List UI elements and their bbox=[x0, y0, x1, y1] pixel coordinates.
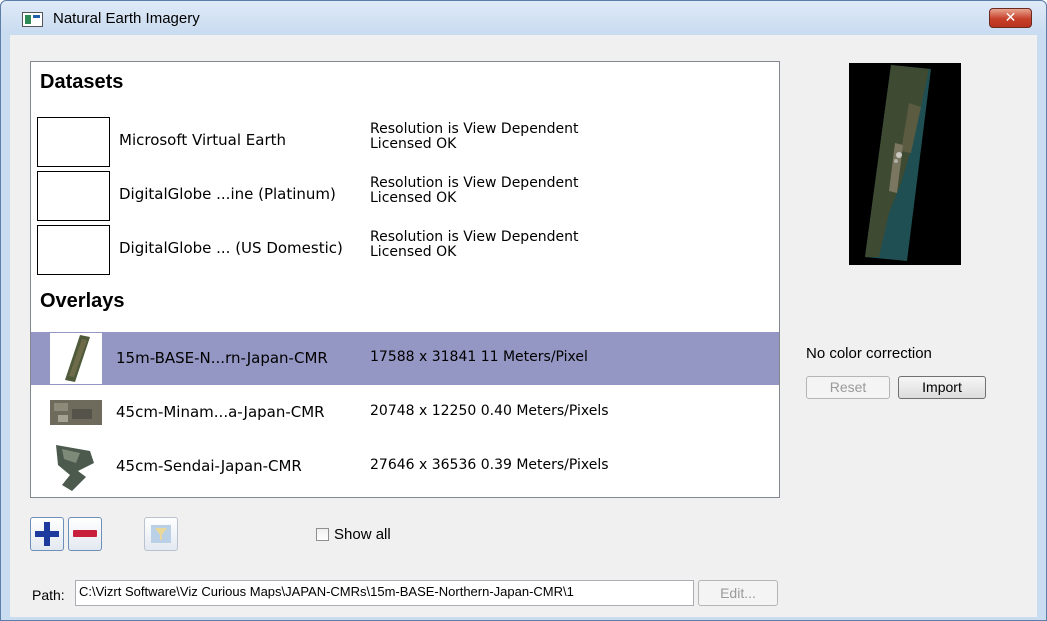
dataset-item[interactable]: DigitalGlobe ...ine (Platinum) Resolutio… bbox=[37, 171, 777, 221]
overlay-item-selected[interactable]: 15m-BASE-N...rn-Japan-CMR 17588 x 31841 … bbox=[31, 332, 779, 385]
dataset-name: Microsoft Virtual Earth bbox=[119, 131, 287, 149]
path-label: Path: bbox=[32, 587, 65, 603]
overlay-thumbnail bbox=[50, 387, 102, 438]
dataset-license: Licensed OK bbox=[370, 136, 457, 152]
overlay-info: 20748 x 12250 0.40 Meters/Pixels bbox=[370, 403, 609, 419]
overlay-item[interactable]: 45cm-Sendai-Japan-CMR 27646 x 36536 0.39… bbox=[31, 440, 779, 493]
edit-button[interactable]: Edit... bbox=[698, 580, 778, 606]
overlay-name: 45cm-Minam...a-Japan-CMR bbox=[116, 403, 325, 421]
close-button[interactable]: ✕ bbox=[989, 8, 1032, 28]
overlays-heading: Overlays bbox=[40, 290, 125, 312]
datasets-heading: Datasets bbox=[40, 71, 124, 93]
dataset-info: Resolution is View Dependent Licensed OK bbox=[370, 122, 579, 152]
plus-icon bbox=[35, 522, 59, 546]
overlay-item[interactable]: 45cm-Minam...a-Japan-CMR 20748 x 12250 0… bbox=[31, 386, 779, 439]
color-correction-label: No color correction bbox=[806, 345, 932, 362]
window-title: Natural Earth Imagery bbox=[53, 10, 200, 27]
dataset-resolution: Resolution is View Dependent bbox=[370, 175, 579, 191]
reset-button[interactable]: Reset bbox=[806, 376, 890, 399]
add-button[interactable] bbox=[30, 517, 64, 551]
dataset-item[interactable]: Microsoft Virtual Earth Resolution is Vi… bbox=[37, 117, 777, 167]
dataset-thumbnail bbox=[37, 171, 110, 221]
minus-icon bbox=[73, 530, 97, 537]
overlay-info: 17588 x 31841 11 Meters/Pixel bbox=[370, 349, 588, 365]
client-area: Datasets Microsoft Virtual Earth Resolut… bbox=[10, 35, 1037, 617]
dataset-resolution: Resolution is View Dependent bbox=[370, 121, 579, 137]
overlay-info: 27646 x 36536 0.39 Meters/Pixels bbox=[370, 457, 609, 473]
path-field[interactable]: C:\Vizrt Software\Viz Curious Maps\JAPAN… bbox=[75, 580, 694, 606]
filter-button[interactable] bbox=[144, 517, 178, 551]
overlay-thumbnail bbox=[50, 441, 102, 492]
dataset-license: Licensed OK bbox=[370, 190, 457, 206]
dataset-license: Licensed OK bbox=[370, 244, 457, 260]
dialog-window: Natural Earth Imagery ✕ Datasets Microso… bbox=[0, 0, 1047, 621]
remove-button[interactable] bbox=[68, 517, 102, 551]
import-button[interactable]: Import bbox=[898, 376, 986, 399]
dataset-name: DigitalGlobe ...ine (Platinum) bbox=[119, 185, 336, 203]
dataset-info: Resolution is View Dependent Licensed OK bbox=[370, 176, 579, 206]
overlay-name: 15m-BASE-N...rn-Japan-CMR bbox=[116, 349, 328, 367]
dataset-item[interactable]: DigitalGlobe ... (US Domestic) Resolutio… bbox=[37, 225, 777, 275]
show-all-box[interactable] bbox=[316, 528, 329, 541]
app-icon bbox=[22, 12, 43, 27]
filter-icon bbox=[151, 525, 171, 543]
dataset-name: DigitalGlobe ... (US Domestic) bbox=[119, 239, 343, 257]
imagery-list[interactable]: Datasets Microsoft Virtual Earth Resolut… bbox=[30, 61, 780, 498]
dataset-info: Resolution is View Dependent Licensed OK bbox=[370, 230, 579, 260]
title-bar[interactable]: Natural Earth Imagery ✕ bbox=[1, 1, 1046, 35]
dataset-thumbnail bbox=[37, 117, 110, 167]
overlay-thumbnail bbox=[50, 333, 102, 384]
show-all-label: Show all bbox=[334, 526, 391, 543]
dataset-resolution: Resolution is View Dependent bbox=[370, 229, 579, 245]
overlay-name: 45cm-Sendai-Japan-CMR bbox=[116, 457, 302, 475]
dataset-thumbnail bbox=[37, 225, 110, 275]
imagery-preview bbox=[849, 63, 961, 265]
